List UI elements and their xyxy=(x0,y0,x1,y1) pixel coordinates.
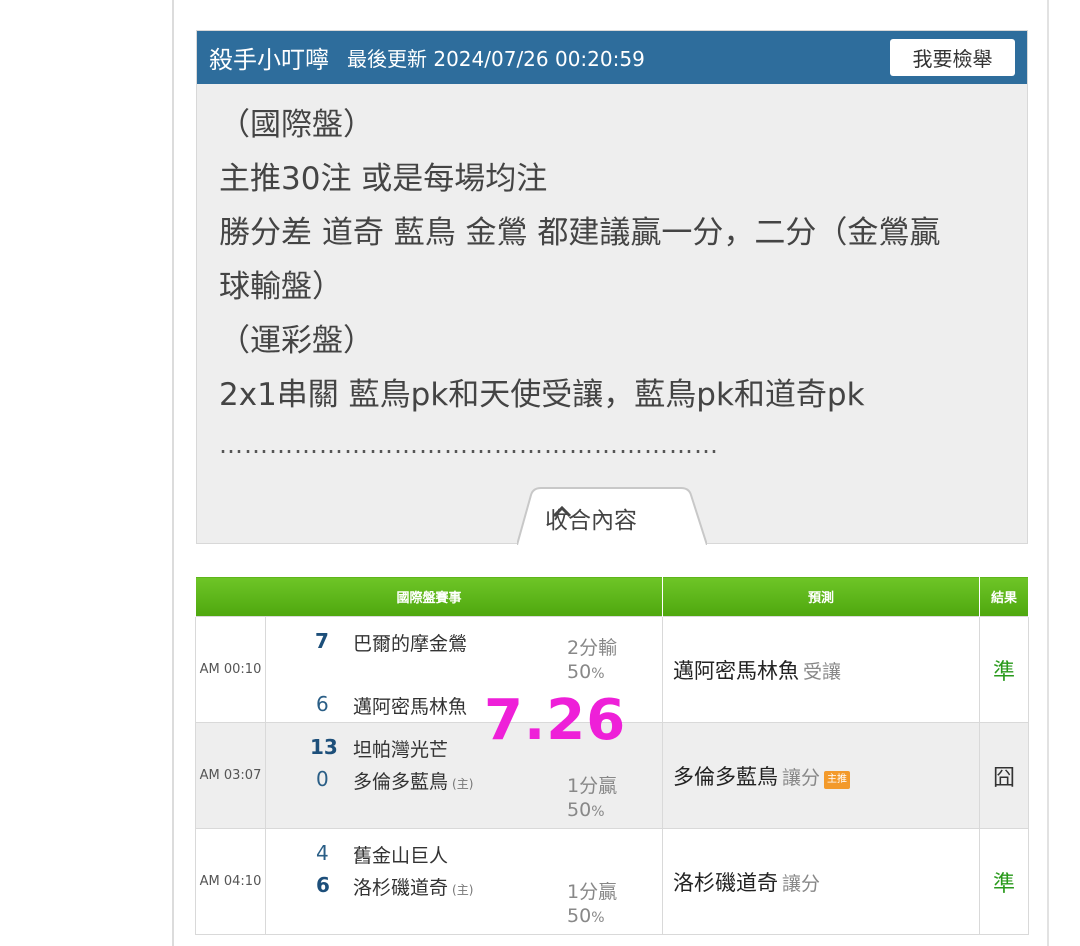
result-badge: 準 xyxy=(979,616,1030,723)
match-table: 國際盤賽事 預測 結果 AM 00:10 7 巴爾的摩金鶯 6 邁阿密馬林魚 2… xyxy=(194,576,1030,935)
date-stamp-overlay: 7.26 xyxy=(484,688,627,753)
spread-result: 2分輸 xyxy=(567,637,618,659)
team1-name[interactable]: 坦帕灣光芒 xyxy=(353,735,448,762)
percentage: 50% xyxy=(567,905,605,927)
chevron-up-icon xyxy=(552,505,572,518)
team1-name[interactable]: 舊金山巨人 xyxy=(353,841,448,868)
post-line: 2x1串關 藍鳥pk和天使受讓，藍鳥pk和道奇pk xyxy=(219,377,865,413)
team1-score: 4 xyxy=(316,841,329,865)
header-result: 結果 xyxy=(979,576,1030,617)
result-badge: 囧 xyxy=(979,722,1030,829)
main-pick-badge: 主推 xyxy=(824,770,851,789)
table-header-row: 國際盤賽事 預測 結果 xyxy=(194,576,1030,617)
post-line: （運彩盤） xyxy=(219,323,374,359)
team2-name-wrap: 多倫多藍鳥 (主) xyxy=(353,767,473,794)
collapse-content-button[interactable]: 收合內容 xyxy=(517,487,707,545)
prediction-team: 多倫多藍鳥 xyxy=(673,764,779,789)
analysis-post: 殺手小叮嚀 最後更新 2024/07/26 00:20:59 我要檢舉 （國際盤… xyxy=(196,30,1028,545)
prediction: 多倫多藍鳥 讓分 主推 xyxy=(662,722,981,829)
home-marker: (主) xyxy=(452,883,474,897)
author-name[interactable]: 殺手小叮嚀 xyxy=(209,40,329,75)
prediction-tag: 讓分 xyxy=(782,766,821,789)
prediction: 洛杉磯道奇 讓分 xyxy=(662,828,981,935)
prediction-tag: 讓分 xyxy=(782,872,821,895)
post-line: 勝分差 道奇 藍鳥 金鶯 都建議贏一分，二分（金鶯贏 xyxy=(219,215,941,251)
team2-name[interactable]: 多倫多藍鳥 xyxy=(353,771,448,793)
match-teams: 4 舊金山巨人 6 洛杉磯道奇 (主) 1分贏 50% xyxy=(264,828,664,935)
team1-score: 7 xyxy=(315,629,329,653)
team2-score: 0 xyxy=(316,767,329,791)
percentage: 50% xyxy=(567,661,605,683)
collapse-label-wrap: 收合內容 xyxy=(545,501,637,535)
team2-score: 6 xyxy=(316,873,330,897)
pct-value: 50 xyxy=(567,905,592,927)
post-line: 主推30注 或是每場均注 xyxy=(219,161,548,197)
post-line: 球輸盤） xyxy=(219,269,343,305)
match-time: AM 03:07 xyxy=(195,722,266,829)
pct-value: 50 xyxy=(567,799,592,821)
post-header: 殺手小叮嚀 最後更新 2024/07/26 00:20:59 我要檢舉 xyxy=(197,31,1027,84)
table-row: AM 04:10 4 舊金山巨人 6 洛杉磯道奇 (主) 1分贏 50% 洛杉磯道… xyxy=(195,828,1030,935)
left-sidebar xyxy=(0,0,174,946)
percentage: 50% xyxy=(567,799,605,821)
team2-name[interactable]: 洛杉磯道奇 xyxy=(353,877,448,899)
header-match: 國際盤賽事 xyxy=(194,576,664,617)
last-updated: 最後更新 2024/07/26 00:20:59 xyxy=(347,47,645,71)
match-time: AM 04:10 xyxy=(195,828,266,935)
team1-name[interactable]: 巴爾的摩金鶯 xyxy=(353,629,467,656)
pct-value: 50 xyxy=(567,661,592,683)
post-content: （國際盤） 主推30注 或是每場均注 勝分差 道奇 藍鳥 金鶯 都建議贏一分，二… xyxy=(197,84,1027,468)
spread-result: 1分贏 xyxy=(567,775,618,797)
team1-score: 13 xyxy=(310,735,338,759)
match-time: AM 00:10 xyxy=(195,616,266,723)
prediction-team: 洛杉磯道奇 xyxy=(673,870,779,895)
prediction-tag: 受讓 xyxy=(803,660,842,683)
dotted-separator: …………………………………………………… xyxy=(219,431,719,459)
prediction-team: 邁阿密馬林魚 xyxy=(673,658,800,683)
team2-score: 6 xyxy=(316,692,329,716)
home-marker: (主) xyxy=(452,777,474,791)
team2-name-wrap: 洛杉磯道奇 (主) xyxy=(353,873,473,900)
pct-unit: % xyxy=(591,666,605,682)
team2-name[interactable]: 邁阿密馬林魚 xyxy=(353,692,467,719)
header-prediction: 預測 xyxy=(662,576,981,617)
pct-unit: % xyxy=(591,910,605,926)
post-line: （國際盤） xyxy=(219,107,374,143)
pct-unit: % xyxy=(591,804,605,820)
spread-result: 1分贏 xyxy=(567,881,618,903)
prediction: 邁阿密馬林魚 受讓 xyxy=(662,616,981,723)
right-sidebar xyxy=(1047,0,1080,946)
result-badge: 準 xyxy=(979,828,1030,935)
report-button[interactable]: 我要檢舉 xyxy=(890,39,1015,76)
